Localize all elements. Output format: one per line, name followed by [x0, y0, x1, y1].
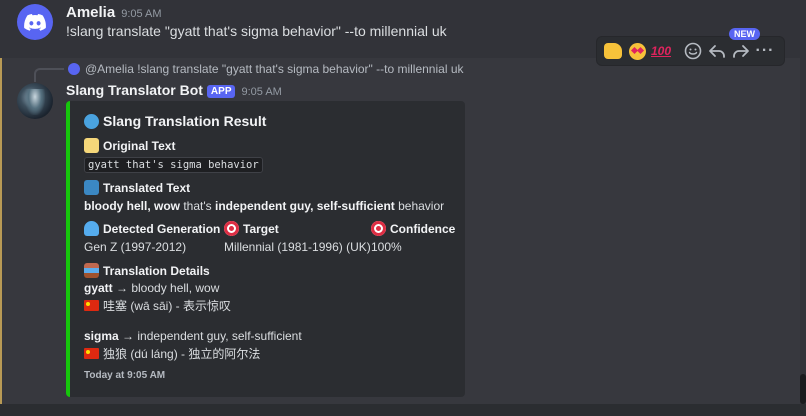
- translated-label-text: Translated Text: [103, 181, 191, 195]
- detected-label-text: Detected Generation: [103, 222, 221, 236]
- translated-text-value: bloody hell, wow that's independent guy,…: [84, 199, 444, 213]
- detail-1-chinese-text: 哇塞 (wā sāi) - 表示惊叹: [103, 299, 232, 313]
- detail-2-meaning: independent guy, self-sufficient: [137, 329, 302, 343]
- detail-1-term: gyatt: [84, 281, 113, 295]
- discord-avatar[interactable]: [17, 4, 53, 40]
- target-value: Millennial (1981-1996) (UK): [224, 240, 371, 254]
- reaction-star-struck[interactable]: [625, 39, 649, 63]
- message-content: !slang translate "gyatt that's sigma beh…: [66, 23, 447, 39]
- reply-preview[interactable]: @Amelia !slang translate "gyatt that's s…: [85, 62, 464, 76]
- message-actions-toolbar: 100 ···: [596, 36, 785, 66]
- reaction-100[interactable]: 100: [649, 39, 673, 63]
- target-icon: [371, 221, 386, 236]
- translated-text-label: Translated Text: [84, 180, 190, 195]
- embed-title: Slang Translation Result: [84, 113, 266, 129]
- detail-1-line: gyatt → bloody hell, wow: [84, 281, 219, 295]
- more-options-button[interactable]: ···: [753, 39, 777, 63]
- translated-part-4: behavior: [394, 199, 445, 213]
- books-icon: [84, 263, 99, 278]
- message-timestamp: 9:05 AM: [121, 8, 162, 20]
- new-badge: NEW: [729, 28, 760, 40]
- reaction-thumbs-up[interactable]: [601, 39, 625, 63]
- translated-part-3: independent guy, self-sufficient: [214, 199, 395, 213]
- embed-footer: Today at 9:05 AM: [84, 370, 166, 381]
- original-code: gyatt that's sigma behavior: [84, 157, 263, 173]
- hundred-points-icon: 100: [650, 44, 672, 58]
- original-text-label: Original Text: [84, 138, 175, 153]
- reply-connector: [34, 68, 64, 82]
- person-icon: [84, 221, 99, 236]
- detail-2-term: sigma: [84, 329, 119, 343]
- discord-logo-icon: [24, 13, 46, 31]
- scrollbar-thumb[interactable]: [800, 374, 806, 404]
- detected-generation-label: Detected Generation: [84, 221, 220, 236]
- confidence-value: 100%: [371, 240, 402, 254]
- translated-part-2: that's: [180, 199, 215, 213]
- translation-details-label: Translation Details: [84, 263, 210, 278]
- memo-icon: [84, 138, 99, 153]
- forward-button[interactable]: [729, 39, 753, 63]
- author-name[interactable]: Amelia: [66, 4, 115, 21]
- mention-accent-bar: [0, 58, 2, 404]
- original-label-text: Original Text: [103, 139, 176, 153]
- china-flag-icon: [84, 348, 99, 359]
- detail-1-chinese: 哇塞 (wā sāi) - 表示惊叹: [84, 297, 231, 314]
- detected-generation-value: Gen Z (1997-2012): [84, 240, 187, 254]
- bot-author[interactable]: Slang Translator Bot APP 9:05 AM: [66, 82, 282, 98]
- globe-icon: [84, 114, 99, 129]
- target-label: Target: [224, 221, 279, 236]
- target-icon: [224, 221, 239, 236]
- forward-icon: [733, 45, 749, 58]
- details-label-text: Translation Details: [103, 264, 210, 278]
- bot-name[interactable]: Slang Translator Bot: [66, 82, 203, 98]
- confidence-label: Confidence: [371, 221, 455, 236]
- more-icon: ···: [755, 42, 775, 59]
- add-reaction-button[interactable]: [681, 39, 705, 63]
- sync-icon: [84, 180, 99, 195]
- embed-title-text: Slang Translation Result: [103, 113, 267, 129]
- message-author[interactable]: Amelia 9:05 AM: [66, 4, 162, 21]
- arrow-icon: →: [118, 329, 138, 343]
- translated-part-1: bloody hell, wow: [84, 199, 180, 213]
- star-struck-icon: [628, 42, 646, 60]
- detail-2-line: sigma → independent guy, self-sufficient: [84, 329, 302, 343]
- reply-avatar: [68, 63, 80, 75]
- detail-1-meaning: bloody hell, wow: [131, 281, 220, 295]
- original-text-value: gyatt that's sigma behavior: [84, 157, 263, 173]
- reply-icon: [709, 45, 725, 58]
- detail-2-chinese-text: 独狼 (dú láng) - 独立的阿尔法: [103, 347, 261, 361]
- arrow-icon: →: [112, 281, 132, 295]
- bot-timestamp: 9:05 AM: [241, 86, 282, 98]
- smiley-icon: [684, 42, 702, 60]
- target-label-text: Target: [243, 222, 279, 236]
- translation-embed: Slang Translation Result Original Text g…: [66, 101, 465, 397]
- china-flag-icon: [84, 300, 99, 311]
- reply-button[interactable]: [705, 39, 729, 63]
- thumbs-up-icon: [604, 43, 622, 59]
- app-badge: APP: [206, 85, 236, 98]
- detail-2-chinese: 独狼 (dú láng) - 独立的阿尔法: [84, 345, 260, 362]
- confidence-label-text: Confidence: [390, 222, 456, 236]
- bottom-bar: [0, 404, 806, 416]
- bot-avatar[interactable]: [17, 83, 53, 119]
